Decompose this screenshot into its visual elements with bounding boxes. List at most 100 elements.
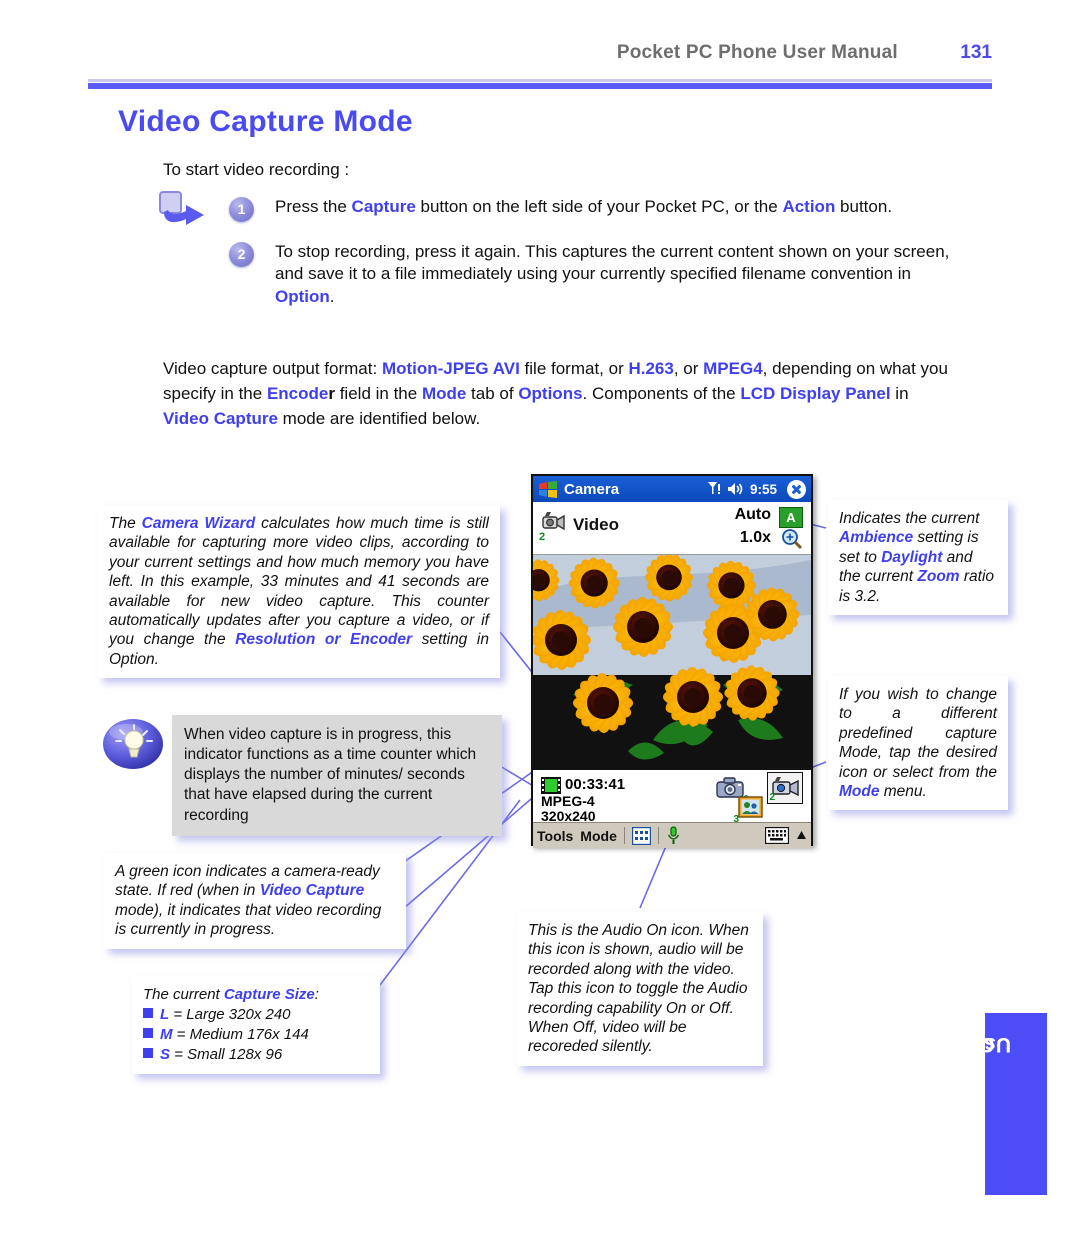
speaker-icon xyxy=(727,483,743,495)
callout-time-counter-tip: When video capture is in progress, this … xyxy=(172,715,502,836)
taskbar-divider xyxy=(657,827,659,844)
callout-green-icon: A green icon indicates a camera-ready st… xyxy=(104,853,406,949)
text-run: Video capture output format: xyxy=(163,359,382,378)
side-tab-line2: Camera xyxy=(917,1032,995,1056)
section-side-tab: Using Your Camera xyxy=(901,1013,1047,1195)
text-run: If you wish to change to a different pre… xyxy=(839,686,997,781)
capture-size-text: = Medium 176x 144 xyxy=(172,1026,309,1044)
step-text: Press the Capture button on the left sid… xyxy=(275,197,892,216)
callout-camera-wizard: The Camera Wizard calculates how much ti… xyxy=(98,505,500,678)
device-codec: MPEG-4 xyxy=(541,793,595,809)
windows-logo-icon xyxy=(539,480,557,498)
mode-icon-index-2: 2 xyxy=(769,792,775,803)
text-run: Zoom xyxy=(917,568,960,586)
text-run: r xyxy=(328,384,335,404)
text-run: . xyxy=(329,286,335,306)
sunflower-preview-image xyxy=(533,555,811,770)
ambience-badge[interactable]: A xyxy=(779,507,803,528)
bullet-square-icon xyxy=(143,1048,153,1059)
side-tab-label: Using Your Camera xyxy=(901,1013,1047,1195)
page-title: Video Capture Mode xyxy=(118,105,413,138)
device-mode-label: Video xyxy=(573,515,619,534)
step-number: 2 xyxy=(229,241,254,267)
page-header: Pocket PC Phone User Manual 131 xyxy=(88,42,992,64)
text-run: calculates how much time is still availa… xyxy=(109,515,490,649)
capture-size-heading-colon: : xyxy=(314,986,319,1003)
audio-on-microphone-icon[interactable] xyxy=(666,826,681,845)
ambience-label: Auto xyxy=(734,506,771,523)
capture-size-heading: The current Capture Size: xyxy=(143,985,369,1005)
pda-device-screenshot: Camera 9:55 2 Video Auto A 1.0x 00:33:41… xyxy=(531,474,813,848)
chevron-up-icon[interactable] xyxy=(796,830,807,841)
close-icon[interactable] xyxy=(787,479,806,499)
page-number: 131 xyxy=(960,42,992,63)
text-run: The xyxy=(109,515,142,532)
video-camera-icon xyxy=(542,512,565,531)
text-run: Resolution or Encoder xyxy=(235,631,413,649)
mode-index-label: 2 xyxy=(539,531,546,543)
callout-capture-size: The current Capture Size: L = Large 320x… xyxy=(132,976,380,1075)
zoom-ratio-label: 1.0x xyxy=(739,529,771,546)
step-item: 2 To stop recording, press it again. Thi… xyxy=(163,241,953,309)
step-text: To stop recording, press it again. This … xyxy=(275,242,949,306)
header-rule-thick xyxy=(88,83,992,89)
manual-title: Pocket PC Phone User Manual xyxy=(616,42,898,63)
text-run: Video Capture xyxy=(163,409,278,429)
text-run: Press the xyxy=(275,197,352,216)
text-run: mode), it indicates that video recording… xyxy=(115,901,382,939)
device-clock: 9:55 xyxy=(749,481,777,497)
capture-size-letter: L xyxy=(160,1006,170,1024)
device-taskbar: Tools Mode xyxy=(533,822,811,848)
text-run: Motion-JPEG AVI xyxy=(381,359,520,378)
text-run: Options xyxy=(518,384,583,404)
text-run: Video Capture xyxy=(259,882,365,900)
tools-menu[interactable]: Tools xyxy=(537,828,573,844)
lightbulb-tip-icon xyxy=(103,719,163,769)
video-camera-mode-icon[interactable] xyxy=(771,775,801,799)
magnifier-zoom-icon[interactable] xyxy=(781,528,803,550)
text-run: button. xyxy=(835,197,893,216)
capture-size-row: S = Small 128x 96 xyxy=(143,1045,369,1065)
grid-options-icon[interactable] xyxy=(631,826,651,845)
text-run: LCD Display Panel xyxy=(740,384,891,404)
text-run: Mode xyxy=(839,782,880,800)
callout-change-mode: If you wish to change to a different pre… xyxy=(828,676,1008,811)
text-run: in xyxy=(890,384,909,404)
step-number: 1 xyxy=(229,197,254,222)
text-run: H.263 xyxy=(628,359,674,378)
manual-page: Pocket PC Phone User Manual 131 Video Ca… xyxy=(0,0,1080,1259)
text-run: Indicates the current xyxy=(839,510,980,527)
device-titlebar: Camera 9:55 xyxy=(533,476,811,502)
signal-icon xyxy=(707,482,720,494)
text-run: mode are identified below. xyxy=(277,409,481,429)
text-run: Capture xyxy=(351,197,416,216)
capture-size-heading-term: Capture Size xyxy=(223,986,315,1003)
text-run: To stop recording, press it again. This … xyxy=(275,241,950,284)
text-run: Daylight xyxy=(881,548,943,566)
bullet-square-icon xyxy=(143,1008,153,1019)
lead-text: To start video recording : xyxy=(163,160,350,179)
keyboard-icon[interactable] xyxy=(765,827,789,844)
capture-size-row: L = Large 320x 240 xyxy=(143,1005,369,1025)
capture-size-heading-prefix: The current xyxy=(143,986,224,1003)
device-mode-header: 2 Video Auto A 1.0x xyxy=(533,502,811,555)
text-run: tab of xyxy=(466,384,519,404)
contacts-picture-icon[interactable] xyxy=(738,796,763,818)
recording-status-icon xyxy=(541,777,561,794)
device-app-title: Camera xyxy=(564,480,620,498)
mode-menu[interactable]: Mode xyxy=(580,828,617,844)
capture-size-row: M = Medium 176x 144 xyxy=(143,1025,369,1045)
text-run: Mode xyxy=(421,384,467,404)
camera-viewport xyxy=(533,555,811,770)
callout-audio-on: This is the Audio On icon. When this ico… xyxy=(517,912,763,1066)
text-run: . Components of the xyxy=(582,384,741,404)
steps-list: 1 Press the Capture button on the left s… xyxy=(163,196,953,322)
text-run: Encode xyxy=(266,384,329,404)
text-run: Option xyxy=(275,286,330,306)
text-run: MPEG4 xyxy=(703,359,763,378)
text-run: field in the xyxy=(334,384,422,404)
taskbar-divider xyxy=(623,827,625,844)
text-run: Action xyxy=(782,197,836,216)
capture-size-letter: S xyxy=(160,1046,171,1064)
format-paragraph: Video capture output format: Motion-JPEG… xyxy=(163,356,956,431)
